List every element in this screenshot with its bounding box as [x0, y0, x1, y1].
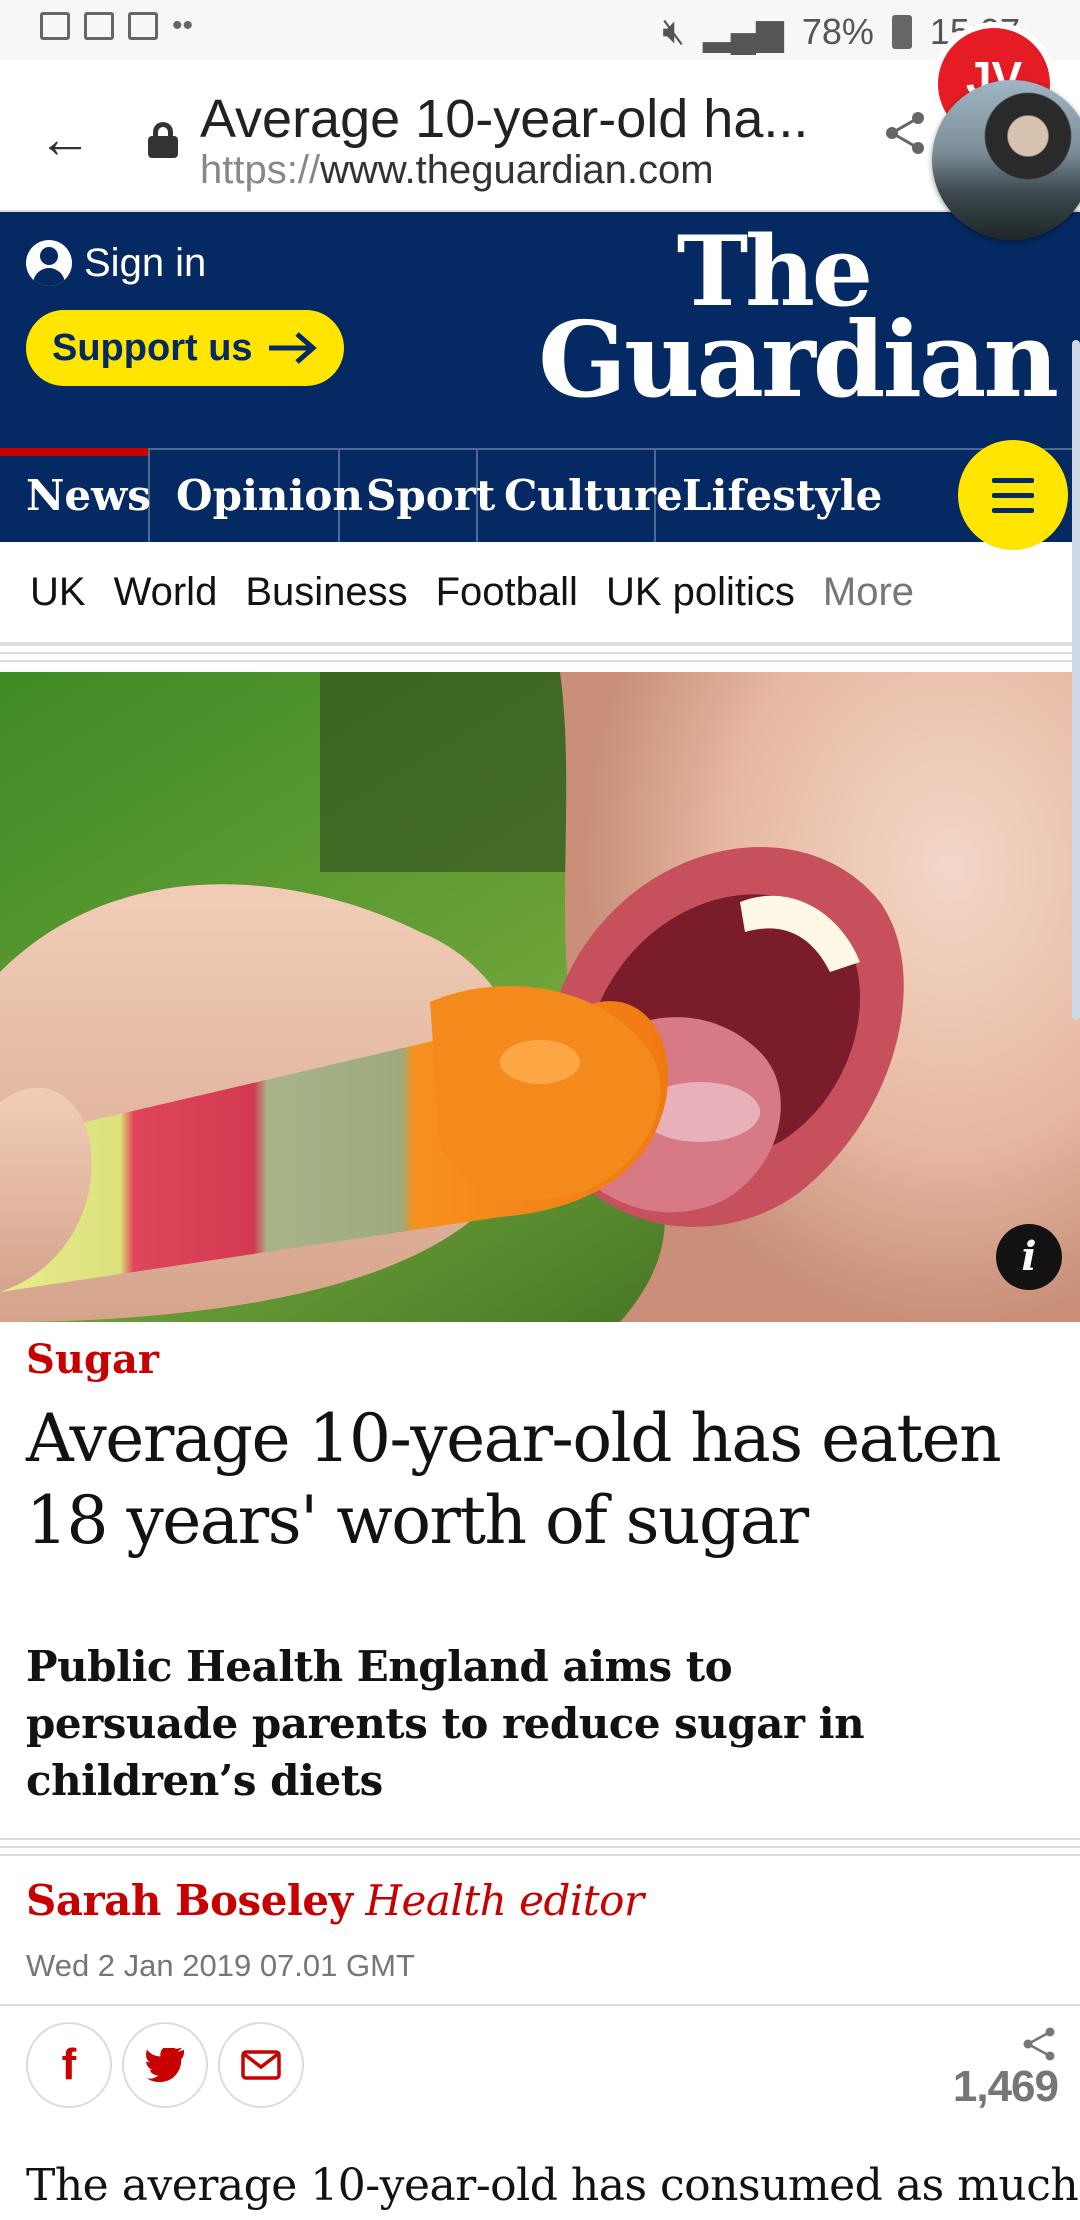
byline: Sarah Boseley Health editor — [26, 1876, 644, 1925]
back-arrow-icon[interactable]: ← — [38, 112, 92, 166]
pillar-nav: News Opinion Sport Culture Lifestyle — [0, 448, 1080, 542]
arrow-right-icon — [268, 332, 317, 364]
signal-icon: ▂▄▆ — [702, 10, 784, 52]
article-headline: Average 10-year-old has eaten 18 years' … — [26, 1400, 1002, 1559]
facebook-share-button[interactable]: f — [26, 2022, 112, 2108]
subnav-football[interactable]: Football — [436, 570, 578, 615]
logo-line-2: Guardian — [538, 298, 1059, 422]
notification-icons: •• — [40, 9, 194, 42]
url-text[interactable]: https://www.theguardian.com — [200, 148, 714, 193]
meta-divider — [0, 2004, 1080, 2006]
menu-button[interactable] — [958, 440, 1068, 550]
subnav-more[interactable]: More — [823, 570, 914, 615]
share-count-icon — [1023, 2027, 1055, 2061]
facebook-icon: f — [61, 2040, 77, 2089]
pillar-news[interactable]: News — [0, 448, 151, 542]
battery-icon — [891, 14, 912, 49]
pillar-lifestyle[interactable]: Lifestyle — [656, 450, 882, 542]
url-scheme: https:// — [200, 148, 321, 192]
pillar-sport[interactable]: Sport — [340, 450, 495, 542]
support-us-button[interactable]: Support us — [26, 310, 344, 386]
support-label: Support us — [52, 326, 253, 369]
nav-divider — [0, 644, 1080, 670]
image-info-button[interactable]: i — [996, 1224, 1062, 1290]
mail-icon — [128, 12, 158, 40]
byline-divider — [0, 1838, 1080, 1862]
page-title[interactable]: Average 10-year-old ha... — [200, 88, 808, 150]
page-scrollbar[interactable] — [1072, 340, 1080, 1020]
sign-in-link[interactable]: Sign in — [26, 240, 206, 286]
share-buttons: f — [26, 2022, 304, 2108]
gallery-icon — [40, 12, 70, 40]
article-body-first-line: The average 10-year-old has consumed as … — [26, 2160, 1079, 2211]
site-header: Sign in Support us The Guardian — [0, 212, 1080, 448]
publish-date: Wed 2 Jan 2019 07.01 GMT — [26, 1948, 415, 1983]
status-bar: •• 🔇︎ ▂▄▆ 78% 15:07 — [0, 0, 1080, 60]
mute-icon: 🔇︎ — [662, 10, 685, 51]
subnav-uk[interactable]: UK — [30, 570, 86, 615]
hero-image: i — [0, 672, 1080, 1322]
share-icon[interactable] — [880, 108, 930, 158]
twitter-share-button[interactable] — [122, 2022, 208, 2108]
section-kicker[interactable]: Sugar — [26, 1336, 159, 1383]
twitter-icon — [146, 2048, 185, 2082]
user-icon — [26, 240, 72, 286]
more-notifications-icon: •• — [172, 9, 194, 42]
subnav-uk-politics[interactable]: UK politics — [606, 570, 795, 615]
guardian-logo[interactable]: The Guardian — [538, 223, 1059, 422]
email-share-button[interactable] — [218, 2022, 304, 2108]
lock-icon[interactable] — [148, 122, 178, 158]
chat-head-avatar[interactable] — [932, 80, 1080, 240]
url-host: www.theguardian.com — [320, 148, 714, 192]
subnav-world[interactable]: World — [114, 570, 218, 615]
article-standfirst: Public Health England aims to persuade p… — [26, 1642, 865, 1805]
battery-percent: 78% — [801, 10, 874, 52]
section-subnav: UK World Business Football UK politics M… — [0, 542, 1080, 644]
email-icon — [241, 2050, 281, 2080]
browser-toolbar: ← Average 10-year-old ha... https://www.… — [0, 60, 1080, 212]
sign-in-label: Sign in — [84, 240, 207, 285]
author-role: Health editor — [365, 1876, 644, 1925]
share-count-number: 1,469 — [952, 2062, 1059, 2111]
laptop-icon — [84, 12, 114, 40]
pillar-opinion[interactable]: Opinion — [150, 450, 363, 542]
subnav-business[interactable]: Business — [245, 570, 407, 615]
child-eating-ice-lolly-photo — [0, 672, 1080, 1322]
share-count: 1,469 — [952, 2026, 1059, 2112]
author-name[interactable]: Sarah Boseley — [26, 1876, 353, 1925]
pillar-culture[interactable]: Culture — [478, 450, 683, 542]
